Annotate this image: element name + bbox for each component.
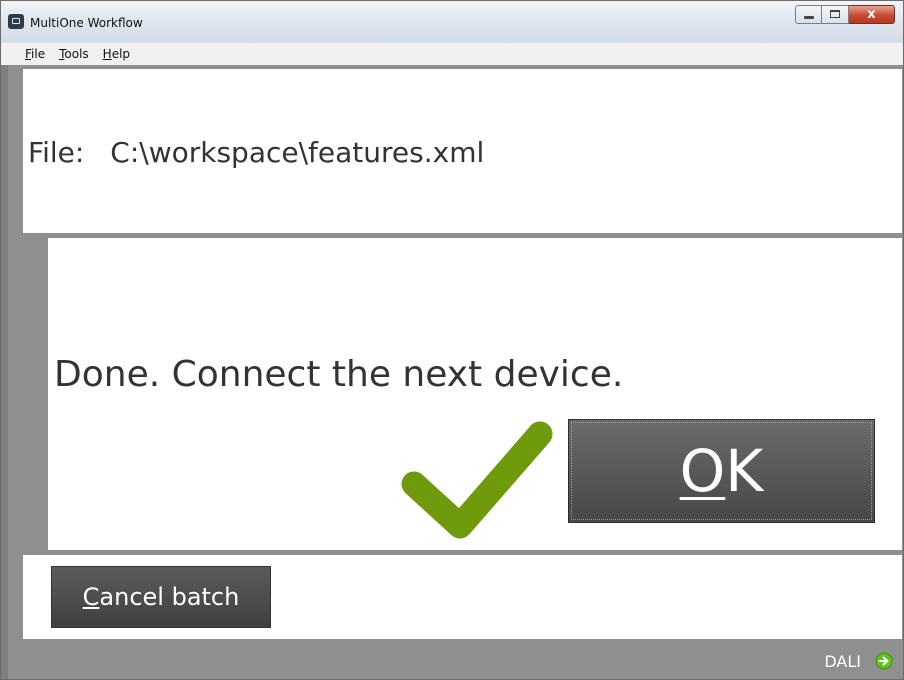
menu-file-label: ile: [31, 47, 46, 61]
title-bar[interactable]: MultiOne Workflow x: [1, 1, 903, 44]
action-panel: Cancel batch: [23, 555, 902, 639]
connection-label: DALI: [824, 652, 861, 671]
app-icon[interactable]: [8, 14, 24, 29]
file-info: File: C:\workspace\features.xml: [28, 134, 484, 172]
window-controls: x: [795, 5, 895, 25]
minimize-icon: [804, 16, 814, 19]
cancel-batch-accel: C: [82, 583, 100, 611]
ok-button-label: OK: [680, 438, 764, 504]
green-arrow-icon: [875, 652, 893, 670]
status-bar: DALI: [1, 643, 903, 679]
status-panel: Done. Connect the next device. OK: [48, 238, 902, 550]
close-icon: x: [867, 7, 876, 22]
menu-file[interactable]: File: [1, 47, 53, 61]
menu-tools[interactable]: Tools: [51, 47, 97, 61]
menu-help-label: elp: [111, 47, 131, 61]
menu-bar: File Tools Help: [1, 43, 903, 65]
ok-button-rest: K: [725, 437, 764, 505]
minimize-button[interactable]: [795, 5, 822, 24]
window-title: MultiOne Workflow: [30, 16, 143, 30]
ok-button[interactable]: OK: [568, 419, 875, 523]
maximize-button[interactable]: [822, 5, 849, 24]
close-button[interactable]: x: [849, 5, 895, 24]
left-edge-strip: [1, 65, 8, 679]
app-window: MultiOne Workflow x File Tools Help File…: [0, 0, 904, 680]
cancel-batch-label: Cancel batch: [83, 582, 240, 612]
checkmark-icon: [401, 421, 553, 539]
menu-help-accel: H: [102, 47, 112, 61]
menu-help[interactable]: Help: [95, 47, 138, 61]
maximize-icon: [830, 10, 840, 18]
status-message: Done. Connect the next device.: [54, 354, 624, 395]
file-label: File:: [28, 136, 85, 169]
cancel-batch-rest: ancel batch: [99, 583, 240, 611]
ok-button-accel: O: [679, 437, 726, 505]
file-path: C:\workspace\features.xml: [110, 136, 485, 169]
file-panel: File: C:\workspace\features.xml: [23, 69, 902, 233]
cancel-batch-button[interactable]: Cancel batch: [51, 566, 271, 628]
menu-tools-label: ools: [64, 47, 89, 61]
